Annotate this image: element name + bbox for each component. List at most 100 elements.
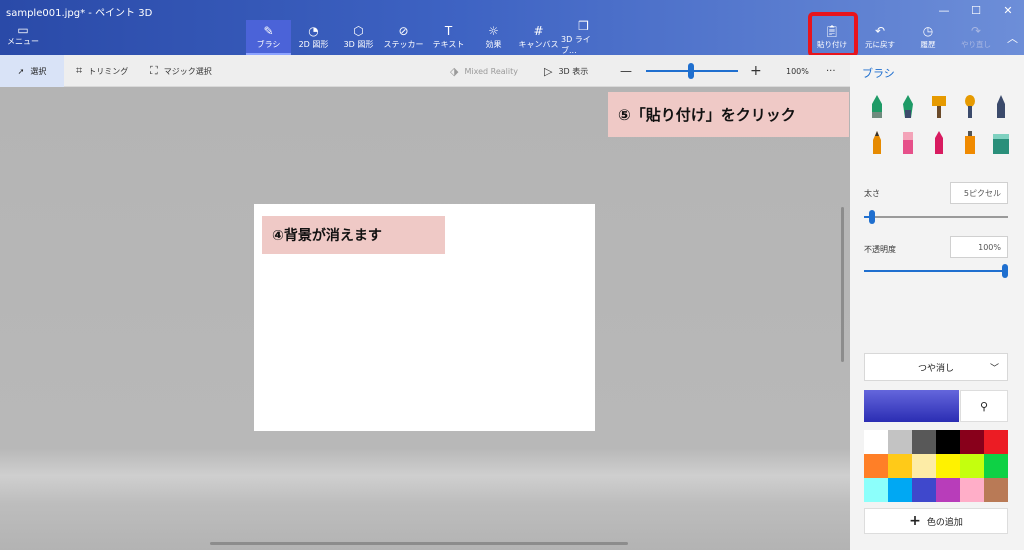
undo-label: 元に戻す bbox=[865, 40, 895, 49]
plus-icon: + bbox=[909, 513, 921, 529]
menu-label: メニュー bbox=[7, 37, 39, 46]
zoom-in-button[interactable]: + bbox=[750, 55, 762, 87]
color-swatch[interactable] bbox=[960, 454, 984, 478]
tool-effects[interactable]: ☼ 効果 bbox=[471, 20, 516, 55]
tool-brush[interactable]: ✎ ブラシ bbox=[246, 20, 291, 55]
history-label: 履歴 bbox=[920, 40, 936, 49]
crayon-brush[interactable] bbox=[926, 129, 952, 157]
color-swatch[interactable] bbox=[912, 478, 936, 502]
magic-select-icon: ⛶ bbox=[150, 64, 158, 77]
fill-brush[interactable] bbox=[988, 129, 1014, 157]
cursor-icon: ➚ bbox=[17, 66, 25, 76]
color-swatch[interactable] bbox=[864, 454, 888, 478]
window-title: sample001.jpg* - ペイント 3D bbox=[6, 8, 153, 19]
current-color-swatch[interactable] bbox=[864, 390, 959, 422]
opacity-label: 不透明度 bbox=[864, 245, 896, 254]
color-swatch[interactable] bbox=[888, 430, 912, 454]
opacity-slider[interactable] bbox=[864, 270, 1008, 272]
magic-select-tool[interactable]: ⛶ マジック選択 bbox=[150, 55, 212, 87]
color-swatch[interactable] bbox=[984, 478, 1008, 502]
crop-icon: ⌗ bbox=[76, 64, 83, 77]
tool-label: キャンバス bbox=[518, 40, 559, 49]
pencil-brush[interactable] bbox=[864, 129, 890, 157]
color-swatch[interactable] bbox=[912, 454, 936, 478]
tool-label: テキスト bbox=[432, 40, 465, 49]
select-tool[interactable]: ➚ 選択 bbox=[0, 55, 64, 87]
finish-value: つや消し bbox=[917, 363, 954, 374]
tool-label: ブラシ bbox=[256, 40, 281, 49]
spray-can-brush[interactable] bbox=[957, 129, 983, 157]
view-3d-button[interactable]: ▷ 3D 表示 bbox=[544, 55, 588, 87]
canvas-icon: # bbox=[533, 24, 544, 38]
view-3d-label: 3D 表示 bbox=[558, 66, 589, 76]
oil-brush[interactable] bbox=[926, 93, 952, 121]
mixed-reality-button[interactable]: ⬗ Mixed Reality bbox=[450, 55, 518, 87]
color-swatch[interactable] bbox=[984, 454, 1008, 478]
2d-shapes-icon: ◔ bbox=[308, 24, 319, 38]
pixel-pen-brush[interactable] bbox=[988, 93, 1014, 121]
collapse-chevron-icon[interactable]: ︿ bbox=[1007, 30, 1018, 46]
tool-label: 3D 図形 bbox=[343, 40, 374, 49]
window-controls: — ☐ ✕ bbox=[928, 0, 1024, 20]
crop-label: トリミング bbox=[88, 66, 129, 76]
color-swatch[interactable] bbox=[960, 478, 984, 502]
thickness-slider-thumb[interactable] bbox=[869, 210, 875, 224]
color-swatch[interactable] bbox=[888, 478, 912, 502]
tool-canvas[interactable]: # キャンバス bbox=[516, 20, 561, 55]
thickness-input[interactable]: 5ピクセル bbox=[950, 182, 1008, 204]
maximize-button[interactable]: ☐ bbox=[960, 0, 992, 20]
color-swatch[interactable] bbox=[864, 430, 888, 454]
more-options-button[interactable]: ··· bbox=[826, 55, 836, 87]
menu-button[interactable]: ▭ メニュー bbox=[6, 24, 40, 52]
menu-icon: ▭ bbox=[17, 23, 29, 37]
crop-tool[interactable]: ⌗ トリミング bbox=[76, 55, 128, 87]
color-swatch[interactable] bbox=[936, 430, 960, 454]
main-toolbar: ✎ ブラシ ◔ 2D 図形 ⬡ 3D 図形 ⊘ ステッカー T テキスト ☼ 効果 # キャン… bbox=[246, 20, 606, 55]
color-palette bbox=[864, 430, 1008, 502]
tool-text[interactable]: T テキスト bbox=[426, 20, 471, 55]
horizontal-scrollbar[interactable] bbox=[210, 542, 628, 545]
eraser-brush[interactable] bbox=[895, 129, 921, 157]
watercolor-brush[interactable] bbox=[957, 93, 983, 121]
brush-grid bbox=[864, 93, 1014, 157]
history-button[interactable]: ◷ 履歴 bbox=[904, 20, 952, 55]
zoom-out-button[interactable]: — bbox=[620, 55, 632, 87]
marker-brush[interactable] bbox=[864, 93, 890, 121]
minimize-button[interactable]: — bbox=[928, 0, 960, 20]
paste-highlight-box bbox=[808, 12, 858, 57]
tool-3d-shapes[interactable]: ⬡ 3D 図形 bbox=[336, 20, 381, 55]
eyedropper-button[interactable]: ⚲ bbox=[960, 390, 1008, 422]
color-swatch[interactable] bbox=[864, 478, 888, 502]
canvas-image[interactable]: ④背景が消えます bbox=[254, 204, 595, 431]
undo-button[interactable]: ↶ 元に戻す bbox=[856, 20, 904, 55]
calligraphy-pen-brush[interactable] bbox=[895, 93, 921, 121]
close-button[interactable]: ✕ bbox=[992, 0, 1024, 20]
mixed-reality-label: Mixed Reality bbox=[464, 66, 518, 76]
color-swatch[interactable] bbox=[936, 454, 960, 478]
redo-button[interactable]: ↷ やり直し bbox=[952, 20, 1000, 55]
zoom-value: 100% bbox=[786, 66, 809, 76]
tool-label: 効果 bbox=[485, 40, 502, 49]
add-color-button[interactable]: + 色の追加 bbox=[864, 508, 1008, 534]
panel-title: ブラシ bbox=[862, 67, 895, 80]
thickness-slider[interactable] bbox=[864, 216, 1008, 218]
opacity-input[interactable]: 100% bbox=[950, 236, 1008, 258]
color-swatch[interactable] bbox=[936, 478, 960, 502]
vertical-scrollbar[interactable] bbox=[841, 207, 844, 362]
opacity-slider-thumb[interactable] bbox=[1002, 264, 1008, 278]
magic-select-label: マジック選択 bbox=[163, 66, 212, 76]
title-bar: sample001.jpg* - ペイント 3D — ☐ ✕ ▭ メニュー ✎ ブ… bbox=[0, 0, 1024, 55]
canvas-workspace[interactable]: ④背景が消えます bbox=[0, 87, 850, 550]
fill-icon bbox=[993, 134, 1009, 154]
tool-3d-library[interactable]: ❒ 3D ライブ... bbox=[561, 20, 606, 55]
finish-dropdown[interactable]: つや消し ﹀ bbox=[864, 353, 1008, 381]
tool-2d-shapes[interactable]: ◔ 2D 図形 bbox=[291, 20, 336, 55]
tool-sticker[interactable]: ⊘ ステッカー bbox=[381, 20, 426, 55]
color-swatch[interactable] bbox=[960, 430, 984, 454]
redo-label: やり直し bbox=[961, 40, 991, 49]
zoom-slider-thumb[interactable] bbox=[688, 63, 694, 79]
color-swatch[interactable] bbox=[912, 430, 936, 454]
color-swatch[interactable] bbox=[888, 454, 912, 478]
brush-icon: ✎ bbox=[263, 24, 274, 38]
color-swatch[interactable] bbox=[984, 430, 1008, 454]
